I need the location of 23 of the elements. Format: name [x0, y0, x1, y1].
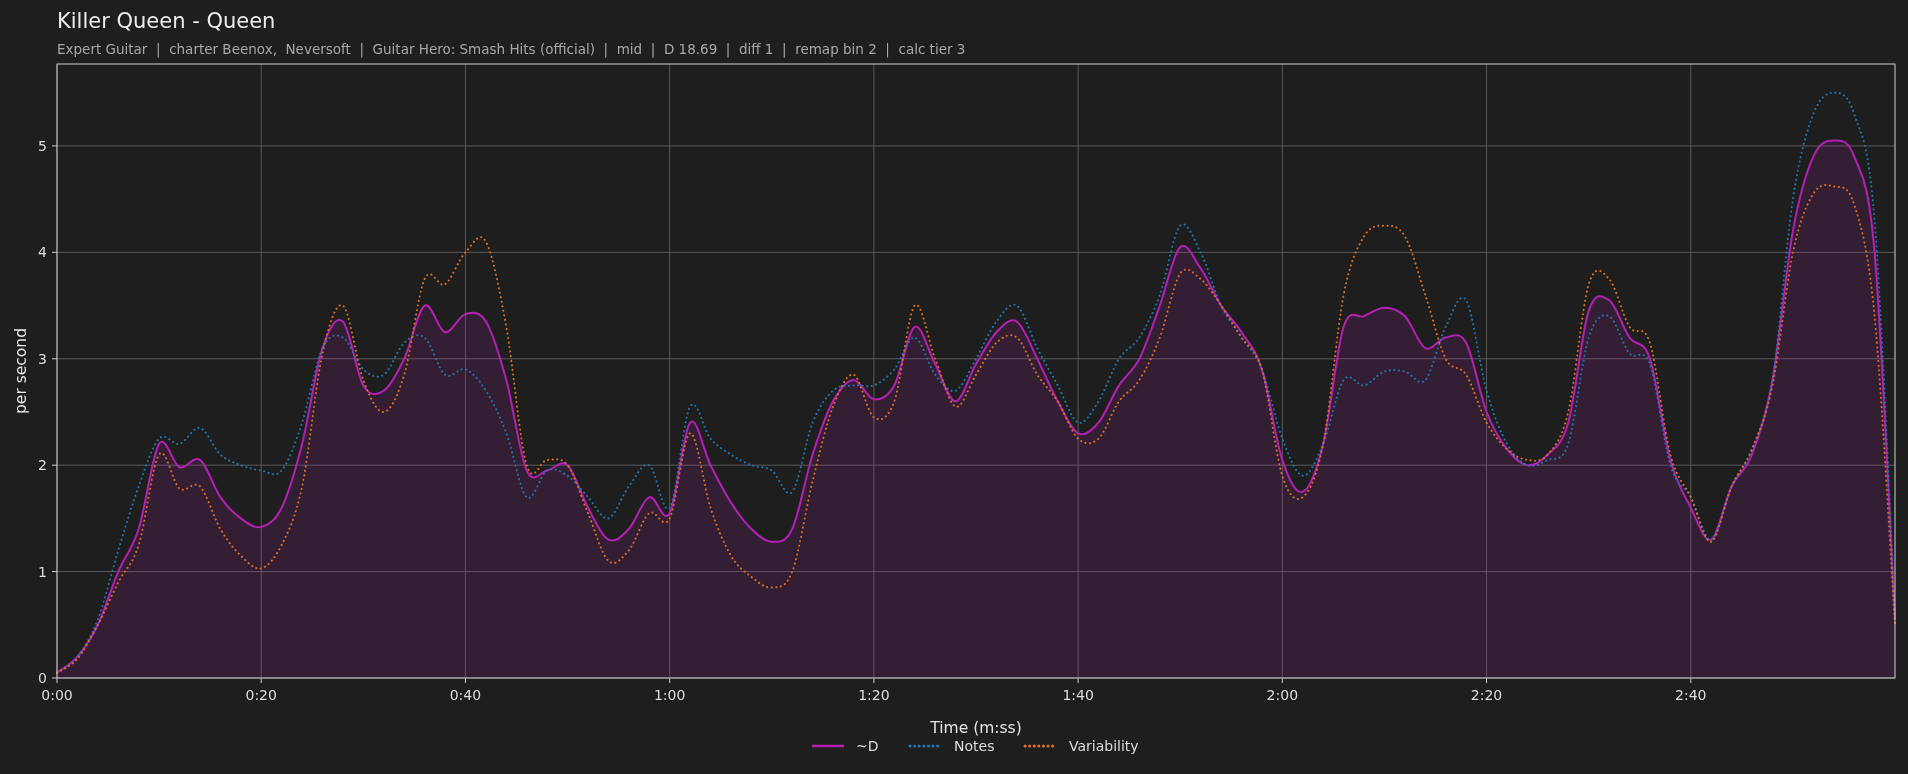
y-tick-label: 1	[38, 563, 47, 580]
x-tick-label: 0:00	[41, 687, 73, 703]
x-tick-label: 0:40	[449, 687, 482, 703]
x-tick-label: 2:20	[1470, 687, 1503, 703]
chart-title: Killer Queen - Queen	[57, 8, 277, 34]
x-tick-label: 2:00	[1266, 687, 1299, 703]
legend-label: Variability	[1069, 738, 1139, 754]
legend-swatch	[812, 744, 844, 748]
chart-subtitle: Expert Guitar | charter Beenox, Neversoft | Guitar Hero: Smash Hits (official) | mid | D 18.69 | diff 1 | remap bin 2 | calc tier 3	[57, 40, 967, 58]
x-axis-label: Time (m:ss)	[930, 719, 1022, 737]
x-tick-label: 2:40	[1675, 687, 1707, 703]
legend-label: Notes	[954, 738, 995, 754]
y-tick-label: 2	[38, 457, 47, 474]
y-axis-label: per second	[12, 328, 30, 414]
y-tick-label: 4	[38, 244, 47, 261]
x-tick-label: 1:40	[1062, 687, 1094, 703]
y-tick-label: 5	[38, 137, 47, 154]
y-tick-label: 0	[38, 670, 47, 686]
x-tick-label: 1:00	[653, 687, 686, 703]
x-tick-label: 1:20	[858, 687, 890, 703]
x-tick-label: 0:20	[245, 687, 277, 703]
y-tick-label: 3	[38, 350, 47, 367]
legend-label: ~D	[856, 738, 879, 754]
